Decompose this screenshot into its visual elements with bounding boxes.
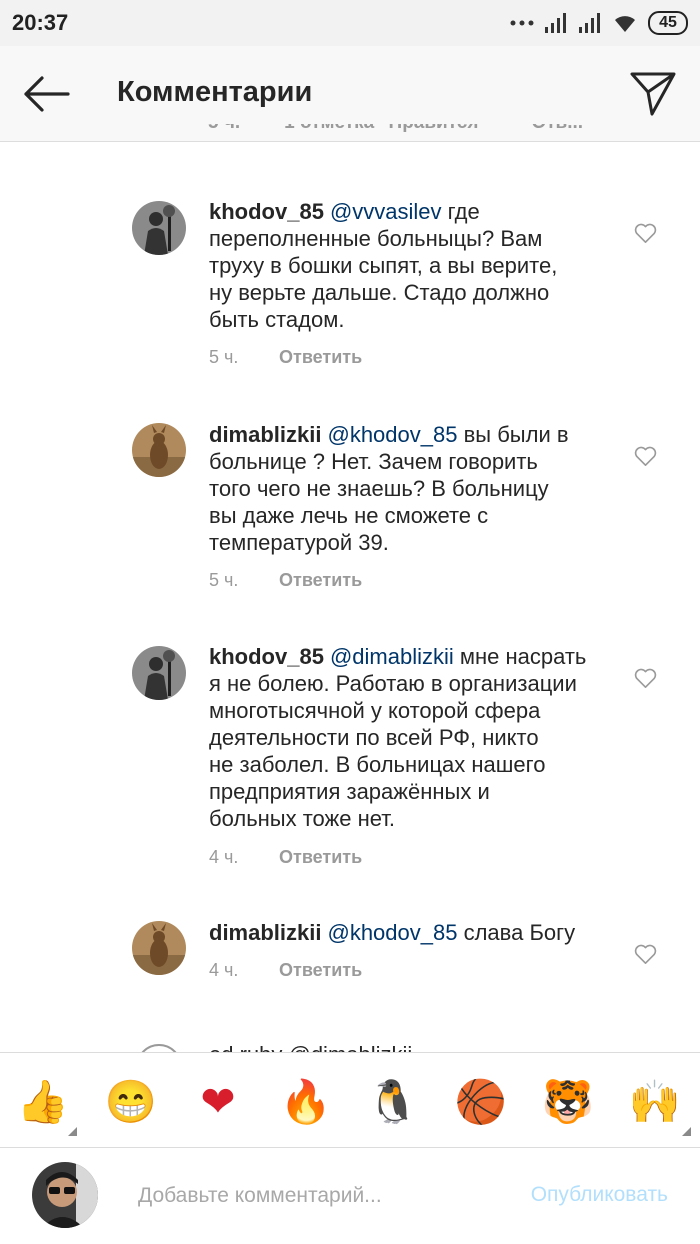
heart-like-icon[interactable]	[633, 943, 658, 965]
partial-comment-meta: 5 ч. 1 отметка "Нравится" Отв...	[208, 124, 628, 144]
comment-text: khodov_85 @dimablizkii мне насрать я не б…	[209, 643, 619, 832]
comment-line: многотысячной у которой сфера	[209, 698, 541, 723]
comment-line: больнице ? Нет. Зачем говорить	[209, 449, 538, 474]
comment-meta: 5 ч. Ответить	[209, 347, 362, 368]
comment-meta: 4 ч. Ответить	[209, 847, 362, 868]
emoji-quick-bar: 👍 😁 ❤ 🔥 🐧 🏀 🐯 🙌	[0, 1052, 700, 1148]
comment-username[interactable]: khodov_85	[209, 199, 324, 224]
heart-like-icon[interactable]	[633, 667, 658, 689]
thumbs-up-emoji-icon: 👍	[16, 1078, 70, 1125]
comment-line: предприятия заражённых и	[209, 779, 490, 804]
comment-line: ну верьте дальше. Стадо должно	[209, 280, 550, 305]
partial-reply[interactable]: Отв...	[531, 124, 583, 134]
avatar-man-icon	[132, 201, 186, 255]
fire-emoji-icon: 🔥	[279, 1078, 333, 1125]
status-bar: 20:37 45	[0, 0, 700, 46]
paper-plane-icon	[630, 72, 676, 116]
comment-mention[interactable]: @khodov_85	[327, 422, 457, 447]
comment-line: больных тоже нет.	[209, 806, 396, 831]
penguin-emoji-button[interactable]: 🐧	[366, 1075, 420, 1129]
avatar[interactable]	[132, 646, 186, 700]
comment-mention[interactable]: @vvvasilev	[330, 199, 442, 224]
comment-text: khodov_85 @vvvasilev где переполненные бо…	[209, 198, 619, 333]
signal-icon-2	[579, 13, 600, 33]
status-time: 20:37	[12, 10, 69, 35]
avatar-kangaroo-icon	[132, 423, 186, 477]
partial-comment-text: ed.ruby @dimablizkii ...	[209, 1042, 437, 1052]
avatar[interactable]	[136, 1044, 182, 1052]
heart-like-icon[interactable]	[633, 222, 658, 244]
comment-time: 5 ч.	[209, 570, 239, 590]
comment-time: 4 ч.	[209, 960, 239, 980]
comment-line: температурой 39.	[209, 530, 389, 555]
comment-mention[interactable]: @dimablizkii	[330, 644, 454, 669]
comment-meta: 4 ч. Ответить	[209, 960, 362, 981]
avatar[interactable]	[132, 423, 186, 477]
comment-input[interactable]	[138, 1178, 478, 1214]
fire-emoji-button[interactable]: 🔥	[279, 1075, 333, 1129]
comment-username[interactable]: dimablizkii	[209, 422, 321, 447]
red-heart-emoji-icon: ❤	[200, 1078, 236, 1125]
more-dots-icon	[510, 20, 534, 26]
basketball-emoji-button[interactable]: 🏀	[454, 1075, 508, 1129]
comment-time: 5 ч.	[209, 347, 239, 367]
comment-composer: Опубликовать	[0, 1148, 700, 1244]
comment-line: мне насрать	[453, 644, 587, 669]
battery-indicator: 45	[648, 11, 688, 35]
grinning-face-emoji-button[interactable]: 😁	[104, 1075, 158, 1129]
back-button[interactable]	[20, 74, 72, 114]
comment-mention[interactable]: @khodov_85	[327, 920, 457, 945]
red-heart-emoji-button[interactable]: ❤	[191, 1075, 245, 1129]
comment-username[interactable]: khodov_85	[209, 644, 324, 669]
comment-line: слава Богу	[457, 920, 576, 945]
corner-indicator-icon	[68, 1127, 77, 1136]
status-icons: 45	[510, 10, 688, 36]
comment-line: вы были в	[457, 422, 569, 447]
partial-comment: ed.ruby @dimablizkii ...	[0, 1040, 700, 1052]
partial-likes[interactable]: 1 отметка "Нравится"	[284, 124, 487, 134]
comment-line: где	[441, 199, 480, 224]
comment-line: труху в бошки сыпят, а вы верите,	[209, 253, 558, 278]
comment-meta: 5 ч. Ответить	[209, 570, 362, 591]
basketball-emoji-icon: 🏀	[454, 1078, 508, 1125]
comment-line: вы даже лечь не сможете с	[209, 503, 489, 528]
direct-send-button[interactable]	[628, 68, 678, 118]
avatar[interactable]	[132, 201, 186, 255]
comment-line: не заболел. В больницах нашего	[209, 752, 546, 777]
avatar-kangaroo-icon	[132, 921, 186, 975]
comment-username[interactable]: dimablizkii	[209, 920, 321, 945]
current-user-avatar	[32, 1162, 98, 1228]
avatar-man-icon	[132, 646, 186, 700]
comment-line: того чего не знаешь? В больницу	[209, 476, 549, 501]
comment-text: dimablizkii @khodov_85 вы были в больнице…	[209, 421, 619, 556]
wifi-icon	[615, 16, 635, 32]
heart-like-icon[interactable]	[633, 445, 658, 467]
raising-hands-emoji-button[interactable]: 🙌	[628, 1075, 682, 1129]
reply-button[interactable]: Ответить	[279, 960, 362, 981]
corner-indicator-icon	[682, 1127, 691, 1136]
comment-line: я не болею. Работаю в организации	[209, 671, 577, 696]
avatar-sunglasses-icon	[32, 1162, 98, 1228]
avatar[interactable]	[132, 921, 186, 975]
comment-line: быть стадом.	[209, 307, 345, 332]
comment-text: dimablizkii @khodov_85 слава Богу	[209, 919, 619, 946]
reply-button[interactable]: Ответить	[279, 347, 362, 368]
thumbs-up-emoji-button[interactable]: 👍	[16, 1075, 70, 1129]
comment-time: 4 ч.	[209, 847, 239, 867]
partial-time: 5 ч.	[208, 124, 240, 134]
page-title: Комментарии	[117, 76, 313, 108]
comment-line: деятельности по всей РФ, никто	[209, 725, 539, 750]
grinning-face-emoji-icon: 😁	[104, 1078, 158, 1125]
publish-button[interactable]: Опубликовать	[531, 1183, 668, 1207]
penguin-emoji-icon: 🐧	[366, 1078, 420, 1125]
signal-icon	[545, 13, 566, 33]
reply-button[interactable]: Ответить	[279, 847, 362, 868]
raising-hands-emoji-icon: 🙌	[628, 1078, 682, 1125]
arrow-left-icon	[24, 76, 70, 112]
tiger-face-emoji-button[interactable]: 🐯	[541, 1075, 595, 1129]
comment-line: переполненные больныцы? Вам	[209, 226, 543, 251]
reply-button[interactable]: Ответить	[279, 570, 362, 591]
tiger-face-emoji-icon: 🐯	[541, 1078, 595, 1125]
